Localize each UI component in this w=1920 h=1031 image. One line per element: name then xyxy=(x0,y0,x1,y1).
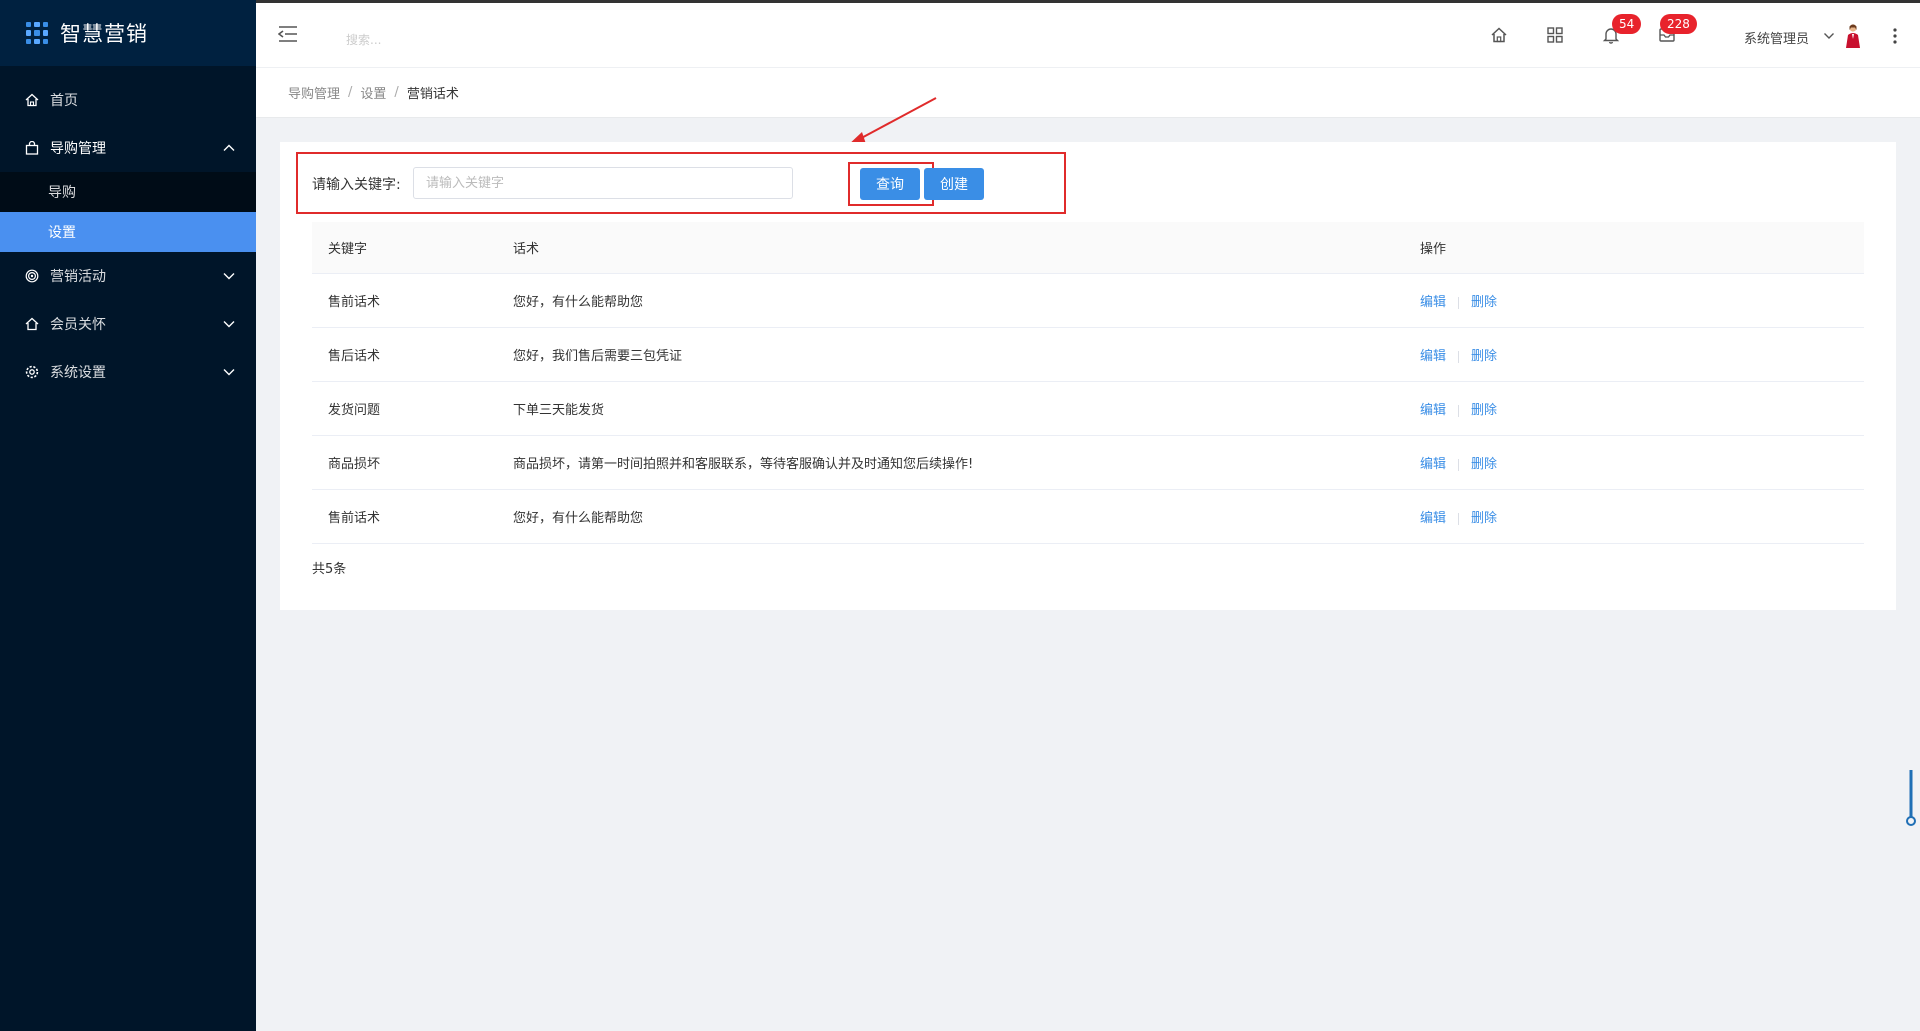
table-row: 售前话术 您好，有什么能帮助您 编辑 删除 xyxy=(312,490,1864,544)
sidebar-item-marketing[interactable]: 营销活动 xyxy=(0,252,256,300)
user-name[interactable]: 系统管理员 xyxy=(1744,28,1809,47)
create-button[interactable]: 创建 xyxy=(924,168,984,200)
sidebar-item-label: 系统设置 xyxy=(50,365,106,381)
cell-actions: 编辑 删除 xyxy=(1420,291,1497,310)
sidebar-item-label: 导购管理 xyxy=(50,141,106,157)
action-divider xyxy=(1458,404,1460,417)
edit-link[interactable]: 编辑 xyxy=(1420,457,1446,472)
cell-keyword: 发货问题 xyxy=(328,403,381,418)
action-divider xyxy=(1458,458,1460,471)
cell-keyword: 商品损坏 xyxy=(328,457,381,472)
sidebar: 智慧营销 首页 导购管理 导购 设置 营销活动 会员关怀 系统设置 xyxy=(0,0,256,1031)
column-header-script: 话术 xyxy=(513,242,540,257)
guide-submenu: 导购 设置 xyxy=(0,172,256,252)
cell-script: 您好，有什么能帮助您 xyxy=(513,295,644,310)
chevron-down-icon[interactable] xyxy=(1823,30,1835,42)
notification-badge: 54 xyxy=(1612,14,1642,34)
sidebar-subitem-settings[interactable]: 设置 xyxy=(0,212,256,252)
content-card: 请输入关键字: 查询 创建 关键字 话术 操作 售前话术 您好，有什么能帮助您 … xyxy=(280,142,1896,610)
gear-icon xyxy=(24,364,40,380)
breadcrumb-item[interactable]: 设置 xyxy=(360,83,386,102)
keyword-input[interactable] xyxy=(413,167,793,199)
action-divider xyxy=(1458,350,1460,363)
table-header: 关键字 话术 操作 xyxy=(312,222,1864,274)
sidebar-subitem-guide[interactable]: 导购 xyxy=(0,172,256,212)
message-badge: 228 xyxy=(1660,14,1697,34)
edit-link[interactable]: 编辑 xyxy=(1420,295,1446,310)
breadcrumb-item[interactable]: 导购管理 xyxy=(288,83,340,102)
cell-actions: 编辑 删除 xyxy=(1420,399,1497,418)
cell-keyword: 售后话术 xyxy=(328,349,381,364)
cell-script: 下单三天能发货 xyxy=(513,403,605,418)
chevron-down-icon xyxy=(223,273,235,280)
sidebar-item-member-care[interactable]: 会员关怀 xyxy=(0,300,256,348)
action-divider xyxy=(1458,512,1460,525)
search-input[interactable] xyxy=(346,29,546,51)
app-title: 智慧营销 xyxy=(60,22,148,46)
table-row: 发货问题 下单三天能发货 编辑 删除 xyxy=(312,382,1864,436)
apps-grid-icon[interactable] xyxy=(1546,26,1564,44)
delete-link[interactable]: 删除 xyxy=(1471,511,1497,526)
more-vertical-icon[interactable] xyxy=(1892,27,1898,45)
sidebar-item-label: 会员关怀 xyxy=(50,317,106,333)
delete-link[interactable]: 删除 xyxy=(1471,349,1497,364)
breadcrumb-separator: / xyxy=(348,85,353,100)
scroll-handle-icon[interactable] xyxy=(1906,768,1916,828)
cell-actions: 编辑 删除 xyxy=(1420,345,1497,364)
delete-link[interactable]: 删除 xyxy=(1471,457,1497,472)
chevron-up-icon xyxy=(223,144,235,151)
sidebar-item-label: 首页 xyxy=(50,93,78,109)
chevron-down-icon xyxy=(223,369,235,376)
filter-highlight-box: 请输入关键字: 查询 创建 xyxy=(296,152,1066,214)
grid-logo-icon xyxy=(26,22,48,44)
cell-script: 商品损坏，请第一时间拍照并和客服联系，等待客服确认并及时通知您后续操作! xyxy=(513,457,974,472)
edit-link[interactable]: 编辑 xyxy=(1420,403,1446,418)
breadcrumb: 导购管理 / 设置 / 营销话术 xyxy=(256,68,1920,118)
cell-keyword: 售前话术 xyxy=(328,511,381,526)
app-logo[interactable]: 智慧营销 xyxy=(0,0,256,66)
sidebar-subitem-label: 导购 xyxy=(48,185,76,201)
top-header: 54 228 系统管理员 xyxy=(256,0,1920,68)
table-row: 售后话术 您好，我们售后需要三包凭证 编辑 删除 xyxy=(312,328,1864,382)
sidebar-item-system-settings[interactable]: 系统设置 xyxy=(0,348,256,396)
edit-link[interactable]: 编辑 xyxy=(1420,349,1446,364)
home-icon xyxy=(24,92,40,108)
sidebar-item-guide-management[interactable]: 导购管理 xyxy=(0,124,256,172)
cell-keyword: 售前话术 xyxy=(328,295,381,310)
breadcrumb-separator: / xyxy=(394,85,399,100)
total-count: 共5条 xyxy=(312,562,347,577)
avatar[interactable] xyxy=(1844,23,1862,49)
sidebar-item-home[interactable]: 首页 xyxy=(0,76,256,124)
edit-link[interactable]: 编辑 xyxy=(1420,511,1446,526)
table-row: 售前话术 您好，有什么能帮助您 编辑 删除 xyxy=(312,274,1864,328)
column-header-actions: 操作 xyxy=(1420,242,1447,257)
cell-script: 您好，有什么能帮助您 xyxy=(513,511,644,526)
delete-link[interactable]: 删除 xyxy=(1471,295,1497,310)
sidebar-item-label: 营销活动 xyxy=(50,269,106,285)
sidebar-menu: 首页 导购管理 导购 设置 营销活动 会员关怀 系统设置 xyxy=(0,76,256,396)
bag-icon xyxy=(24,140,40,156)
breadcrumb-current: 营销话术 xyxy=(406,87,459,102)
menu-toggle-icon[interactable] xyxy=(278,25,298,43)
cell-script: 您好，我们售后需要三包凭证 xyxy=(513,349,683,364)
home-icon[interactable] xyxy=(1490,26,1508,44)
chevron-down-icon xyxy=(223,321,235,328)
column-header-keyword: 关键字 xyxy=(328,242,368,257)
delete-link[interactable]: 删除 xyxy=(1471,403,1497,418)
query-button[interactable]: 查询 xyxy=(860,168,920,200)
table-row: 商品损坏 商品损坏，请第一时间拍照并和客服联系，等待客服确认并及时通知您后续操作… xyxy=(312,436,1864,490)
cell-actions: 编辑 删除 xyxy=(1420,453,1497,472)
scripts-table: 关键字 话术 操作 售前话术 您好，有什么能帮助您 编辑 删除 售后话术 您好，我… xyxy=(312,222,1864,544)
action-divider xyxy=(1458,296,1460,309)
cell-actions: 编辑 删除 xyxy=(1420,507,1497,526)
sidebar-subitem-label: 设置 xyxy=(48,225,76,241)
keyword-label: 请输入关键字: xyxy=(312,177,401,193)
target-icon xyxy=(24,268,40,284)
house-icon xyxy=(24,316,40,332)
